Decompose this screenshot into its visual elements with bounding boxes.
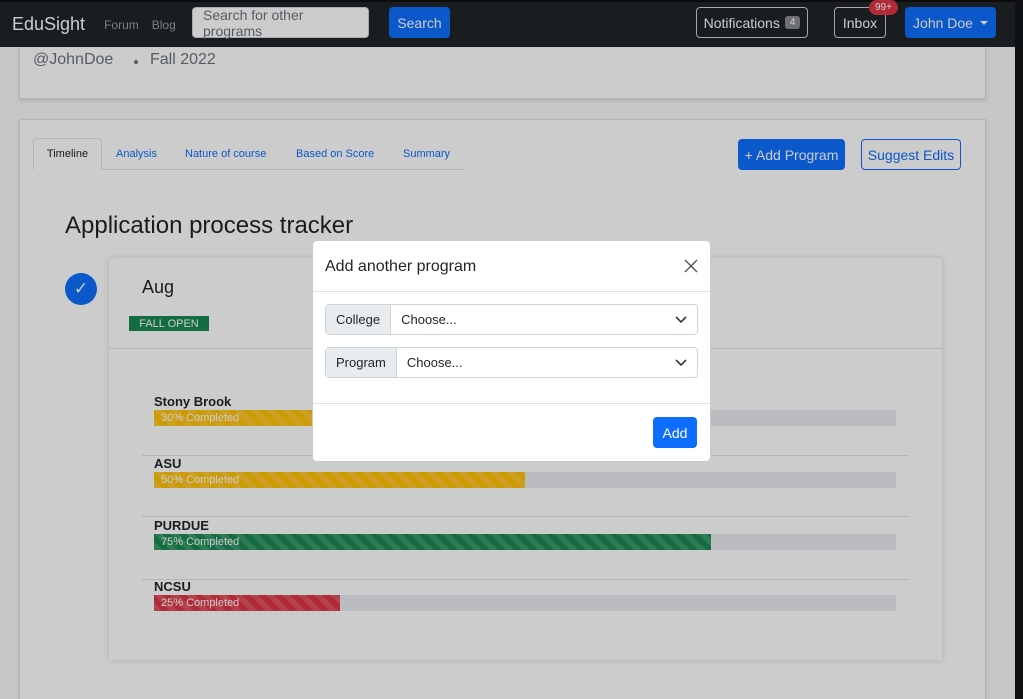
close-icon[interactable]	[683, 258, 699, 274]
program-select-value: Choose...	[406, 355, 463, 370]
add-button[interactable]: Add	[653, 417, 697, 448]
program-select[interactable]: Choose...	[397, 348, 697, 377]
college-select-value: Choose...	[401, 312, 457, 327]
divider	[313, 403, 710, 404]
college-label: College	[326, 305, 392, 334]
chevron-down-icon	[675, 358, 687, 366]
add-program-modal: Add another program College Choose... Pr…	[312, 240, 711, 462]
program-label: Program	[326, 348, 397, 377]
modal-title: Add another program	[325, 258, 477, 275]
program-select-group: Program Choose...	[325, 347, 698, 378]
college-select-group: College Choose...	[325, 304, 698, 335]
window-right-edge	[1015, 0, 1023, 699]
divider	[313, 291, 710, 292]
chevron-down-icon	[675, 315, 687, 323]
college-select[interactable]: Choose...	[391, 305, 697, 334]
